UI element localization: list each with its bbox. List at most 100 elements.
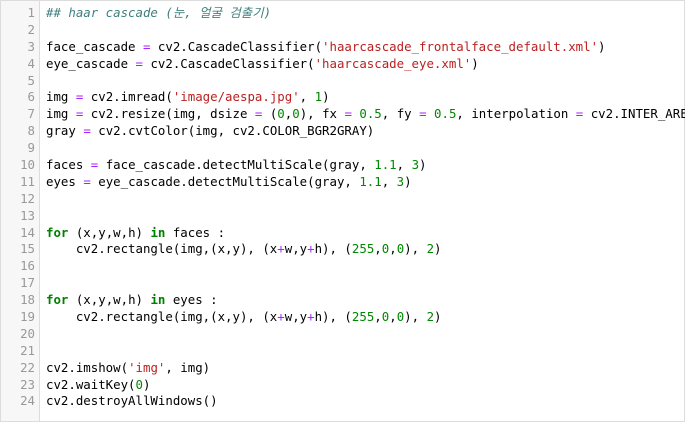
code-text: cv2.rectangle(img,(x,y), (x+w,y+h), (255… <box>39 241 442 258</box>
line-number: 7 <box>27 106 35 122</box>
code-line[interactable]: 14 for (x,y,w,h) in faces : <box>1 225 684 242</box>
code-token: 'haarcascade_frontalface_default.xml' <box>322 38 599 54</box>
code-line[interactable]: 22 cv2.imshow('img', img) <box>1 360 684 377</box>
code-token: , <box>299 89 315 105</box>
code-line[interactable]: 11 eyes = eye_cascade.detectMultiScale(gr… <box>1 174 684 191</box>
code-token: ) <box>143 376 151 392</box>
code-token: ), fx <box>299 106 345 122</box>
code-line[interactable]: 19 cv2.rectangle(img,(x,y), (x+w,y+h), (… <box>1 309 684 326</box>
line-number: 6 <box>27 89 35 105</box>
code-token: ) <box>471 55 479 71</box>
line-number: 24 <box>20 393 35 409</box>
code-line[interactable]: 23 cv2.waitKey(0) <box>1 377 684 394</box>
code-token: 1 <box>314 89 323 105</box>
code-token: 3 <box>396 173 405 189</box>
line-number: 14 <box>20 224 35 240</box>
line-number: 12 <box>20 190 35 206</box>
code-lines[interactable]: 1 ## haar cascade (눈, 얼굴 검출기) 2 3 face_casca… <box>1 5 685 410</box>
code-token: + <box>277 241 285 257</box>
code-token: cv2.CascadeClassifier( <box>150 38 323 54</box>
code-line[interactable]: 16 <box>1 258 684 275</box>
code-token: faces : <box>165 224 226 240</box>
code-line[interactable]: 13 <box>1 208 684 225</box>
code-token: faces <box>46 157 91 173</box>
code-token: ), <box>404 241 427 257</box>
code-line[interactable]: 7 img = cv2.resize(img, dsize = (0,0), fx… <box>1 106 685 123</box>
code-line[interactable]: 9 <box>1 140 684 157</box>
code-line[interactable]: 1 ## haar cascade (눈, 얼굴 검출기) <box>1 5 684 22</box>
code-line[interactable]: 21 <box>1 343 684 360</box>
code-token: , <box>389 241 397 257</box>
code-text: cv2.imshow('img', img) <box>39 360 210 377</box>
line-number: 19 <box>20 309 35 325</box>
code-token: + <box>277 309 285 325</box>
code-token: 'image/aespa.jpg' <box>172 89 300 105</box>
code-token: + <box>307 309 315 325</box>
code-token: eyes <box>46 173 84 189</box>
code-text: cv2.rectangle(img,(x,y), (x+w,y+h), (255… <box>39 309 442 326</box>
code-token: cv2.rectangle(img,(x,y), (x <box>46 241 278 257</box>
code-line[interactable]: 15 cv2.rectangle(img,(x,y), (x+w,y+h), (… <box>1 241 684 258</box>
code-token: 2 <box>426 309 435 325</box>
code-token: = <box>83 123 91 139</box>
code-line[interactable]: 10 faces = face_cascade.detectMultiScale(… <box>1 157 684 174</box>
code-token: ) <box>322 89 330 105</box>
code-token: for <box>46 292 69 308</box>
line-number: 16 <box>20 258 35 274</box>
code-line[interactable]: 20 <box>1 326 684 343</box>
code-token: 1.1 <box>359 173 382 189</box>
line-number: 4 <box>27 55 35 71</box>
code-token: , <box>374 309 382 325</box>
code-text: ## haar cascade (눈, 얼굴 검출기) <box>39 5 271 22</box>
code-text: faces = face_cascade.detectMultiScale(gr… <box>39 157 427 174</box>
code-token: for <box>46 224 69 240</box>
code-text: face_cascade = cv2.CascadeClassifier('ha… <box>39 39 606 56</box>
code-token: cv2.INTER_AREA) <box>590 106 685 122</box>
line-number: 13 <box>20 207 35 223</box>
code-token: , <box>396 157 412 173</box>
code-token: eyes : <box>165 292 218 308</box>
code-token: ), <box>404 309 427 325</box>
code-text: eyes = eye_cascade.detectMultiScale(gray… <box>39 174 412 191</box>
code-line[interactable]: 8 gray = cv2.cvtColor(img, cv2.COLOR_BGR2… <box>1 123 684 140</box>
line-number: 9 <box>27 140 35 156</box>
code-text: eye_cascade = cv2.CascadeClassifier('haa… <box>39 56 479 73</box>
code-line[interactable]: 18 for (x,y,w,h) in eyes : <box>1 292 684 309</box>
code-token: ## haar cascade (눈, 얼굴 검출기) <box>46 5 272 20</box>
code-token: = <box>83 173 91 189</box>
code-token: 0.5 <box>434 106 457 122</box>
code-line[interactable]: 6 img = cv2.imread('image/aespa.jpg', 1) <box>1 89 684 106</box>
line-number: 5 <box>27 72 35 88</box>
code-token: + <box>307 241 315 257</box>
code-token: , <box>381 173 397 189</box>
code-token: eye_cascade <box>46 55 136 71</box>
line-number: 8 <box>27 123 35 139</box>
code-token: cv2.destroyAllWindows() <box>46 393 218 409</box>
code-token: cv2.imread( <box>83 89 173 105</box>
code-token: 3 <box>411 157 420 173</box>
code-line[interactable]: 17 <box>1 275 684 292</box>
code-line[interactable]: 5 <box>1 73 684 90</box>
code-token: 0 <box>277 106 285 122</box>
code-token: 1.1 <box>374 157 397 173</box>
code-token: ) <box>419 157 427 173</box>
code-line[interactable]: 3 face_cascade = cv2.CascadeClassifier('h… <box>1 39 684 56</box>
code-line[interactable]: 12 <box>1 191 684 208</box>
code-line[interactable]: 4 eye_cascade = cv2.CascadeClassifier('ha… <box>1 56 684 73</box>
code-token: img <box>46 89 76 105</box>
code-editor[interactable]: 1 ## haar cascade (눈, 얼굴 검출기) 2 3 face_casca… <box>0 0 685 422</box>
code-token: 255 <box>351 309 375 325</box>
code-token: 0.5 <box>359 106 382 122</box>
line-number: 17 <box>20 275 35 291</box>
code-token: 0 <box>135 376 143 392</box>
line-number: 3 <box>27 38 35 54</box>
code-token: (x,y,w,h) <box>68 224 151 240</box>
code-line[interactable]: 24 cv2.destroyAllWindows() <box>1 393 684 410</box>
code-line[interactable]: 2 <box>1 22 684 39</box>
